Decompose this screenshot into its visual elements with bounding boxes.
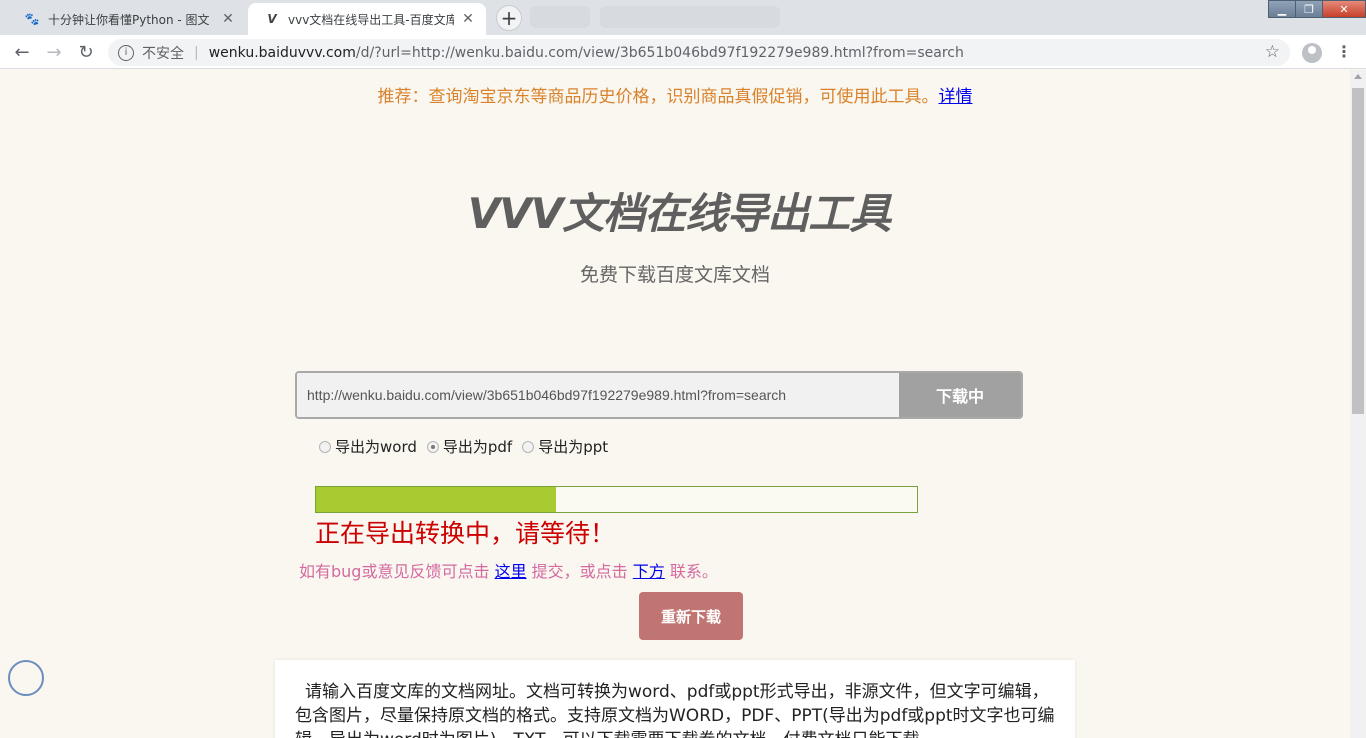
browser-toolbar: ← → ↻ i 不安全 | wenku.baiduvvv.com/d/?url=… [0,35,1366,69]
download-button[interactable]: 下载中 [899,373,1021,417]
baidu-paw-icon: 🐾 [24,12,40,26]
forward-arrow-icon[interactable]: → [42,40,66,64]
radio-checked-icon [426,440,439,453]
tab-python-article[interactable]: 🐾 十分钟让你看懂Python - 图文 - ✕ [8,3,246,35]
radio-label: 导出为word [335,438,417,456]
feedback-below-link[interactable]: 下方 [633,562,665,581]
page-scrollbar[interactable] [1350,70,1366,738]
site-subtitle: 免费下载百度文库文档 [579,264,770,286]
page-content: 推荐：查询淘宝京东等商品历史价格，识别商品真假促销，可使用此工具。详情 VVV文… [0,70,1350,738]
window-controls: ▁ ❐ ✕ [1268,0,1366,18]
url-path: /d/?url=http://wenku.baidu.com/view/3b65… [355,44,964,61]
menu-kebab-icon[interactable]: ⋮ [1336,42,1352,61]
radio-export-word[interactable]: 导出为word [319,436,417,457]
address-bar[interactable]: i 不安全 | wenku.baiduvvv.com/d/?url=http:/… [108,39,1290,66]
feedback-prefix: 如有bug或意见反馈可点击 [299,562,490,581]
floating-help-icon[interactable] [8,660,44,696]
background-tab [530,6,590,28]
radio-label: 导出为pdf [442,438,513,456]
bookmark-star-icon[interactable]: ☆ [1265,42,1280,62]
new-tab-button[interactable]: + [496,5,522,31]
tab-title: vvv文档在线导出工具-百度文库下 [288,12,454,27]
security-label[interactable]: 不安全 [142,43,184,63]
window-close-button[interactable]: ✕ [1322,0,1366,18]
feedback-suffix: 联系。 [669,562,718,581]
export-progress-bar [315,486,918,513]
progress-fill [316,487,557,512]
back-arrow-icon[interactable]: ← [10,40,34,64]
radio-label: 导出为ppt [538,438,609,456]
description-panel: 请输入百度文库的文档网址。文档可转换为word、pdf或ppt形式导出，非源文件… [275,660,1075,738]
feedback-line: 如有bug或意见反馈可点击 这里 提交，或点击 下方 联系。 [299,558,718,582]
tab-title: 十分钟让你看懂Python - 图文 - [48,12,214,27]
radio-circle-icon [522,440,535,453]
profile-avatar[interactable] [1302,43,1322,63]
search-form: 下载中 [295,371,1023,419]
v-logo-icon: V [267,12,277,26]
background-tab [600,6,780,28]
retry-download-button[interactable]: 重新下载 [639,592,743,640]
close-icon[interactable]: ✕ [460,11,476,27]
promo-text: 推荐：查询淘宝京东等商品历史价格，识别商品真假促销，可使用此工具。 [377,87,939,107]
radio-circle-icon [319,440,331,453]
feedback-middle: 提交，或点击 [531,562,628,581]
divider: | [194,44,199,61]
site-title: VVV文档在线导出工具 [467,189,892,238]
promo-banner: 推荐：查询淘宝京东等商品历史价格，识别商品真假促销，可使用此工具。详情 [0,82,1350,107]
export-format-options: 导出为word 导出为pdf 导出为ppt [319,436,618,457]
maximize-button[interactable]: ❐ [1295,0,1323,18]
url-text[interactable]: wenku.baiduvvv.com/d/?url=http://wenku.b… [209,45,964,61]
tab-vvv-tool[interactable]: V vvv文档在线导出工具-百度文库下 ✕ [248,3,486,35]
reload-icon[interactable]: ↻ [74,40,98,64]
description-text: 请输入百度文库的文档网址。文档可转换为word、pdf或ppt形式导出，非源文件… [295,682,1055,738]
close-icon[interactable]: ✕ [220,11,236,27]
document-url-input[interactable] [297,373,899,417]
scroll-up-arrow-icon[interactable] [1354,74,1362,79]
promo-details-link[interactable]: 详情 [939,87,973,107]
info-icon[interactable]: i [118,44,134,61]
scrollbar-thumb[interactable] [1352,88,1364,414]
minimize-button[interactable]: ▁ [1268,0,1296,18]
tab-bar: 🐾 十分钟让你看懂Python - 图文 - ✕ V vvv文档在线导出工具-百… [0,0,1366,35]
radio-export-pdf[interactable]: 导出为pdf [426,436,513,457]
feedback-here-link[interactable]: 这里 [495,562,527,581]
radio-export-ppt[interactable]: 导出为ppt [522,436,608,457]
export-status-message: 正在导出转换中，请等待！ [315,519,616,548]
url-domain: wenku.baiduvvv.com [208,44,356,61]
